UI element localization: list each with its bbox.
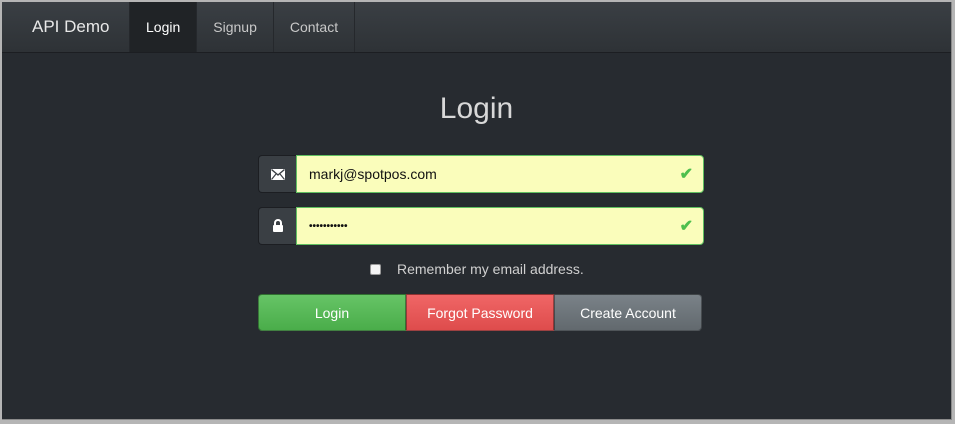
navbar: API Demo Login Signup Contact [2,2,951,53]
password-input-group: ••••••••••• ✔ [258,207,704,245]
email-input-group: markj@spotpos.com ✔ [258,155,704,193]
nav-item-signup[interactable]: Signup [197,2,274,52]
button-group: Login Forgot Password Create Account [258,294,702,331]
remember-email-label[interactable]: Remember my email address. [397,261,584,277]
nav-item-contact[interactable]: Contact [274,2,356,52]
email-field[interactable]: markj@spotpos.com ✔ [296,155,704,193]
password-value: ••••••••••• [309,220,348,232]
email-value: markj@spotpos.com [309,166,437,182]
remember-email-checkbox[interactable] [370,263,381,275]
create-account-button[interactable]: Create Account [554,294,702,331]
email-valid-check-icon: ✔ [679,166,693,183]
page-title: Login [439,92,514,125]
brand-link[interactable]: API Demo [2,2,129,52]
login-button[interactable]: Login [258,294,406,331]
nav-item-login[interactable]: Login [129,2,198,52]
app-window: API Demo Login Signup Contact Login mark… [2,2,952,420]
lock-icon [258,207,296,245]
envelope-icon [258,155,296,193]
password-field[interactable]: ••••••••••• ✔ [296,207,704,245]
forgot-password-button[interactable]: Forgot Password [406,294,554,331]
remember-email-row: Remember my email address. [370,261,584,277]
password-valid-check-icon: ✔ [679,218,693,235]
